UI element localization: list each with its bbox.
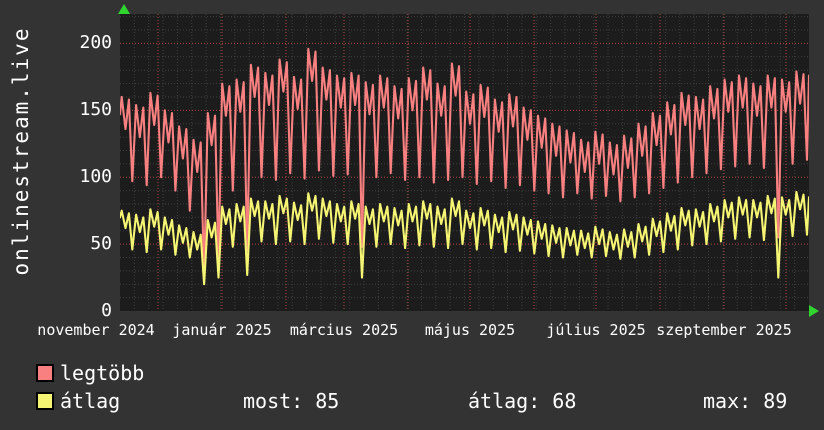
x-axis-tick-label: július 2025 (546, 321, 646, 339)
x-axis-arrow-right-icon (809, 305, 819, 317)
y-axis-tick-label: 0 (101, 300, 112, 321)
chart-canvas (120, 14, 809, 311)
x-axis-tick-label: január 2025 (172, 321, 272, 339)
y-axis-tick-label: 200 (79, 32, 112, 53)
stat-atlag: átlag: 68 (468, 389, 577, 413)
y-axis-arrow-up-icon (118, 4, 130, 14)
x-axis-tick-label: november 2024 (37, 321, 155, 339)
x-axis-tick-label: március 2025 (289, 321, 399, 339)
y-axis-tick-label: 100 (79, 166, 112, 187)
legend-swatch-atlag (36, 392, 54, 410)
stat-max: max: 89 (703, 389, 788, 413)
x-axis-tick-label: szeptember 2025 (656, 321, 792, 339)
chart-plot-area (120, 14, 809, 311)
x-axis-tick-label: május 2025 (424, 321, 516, 339)
legend-swatch-legtobb (36, 364, 54, 382)
graph-screen: onlinestream.live 200 150 100 50 0 novem… (0, 0, 824, 430)
y-axis-tick-label: 150 (79, 99, 112, 120)
legend-label-legtobb: legtöbb (60, 361, 145, 385)
legend-label-atlag: átlag (60, 389, 121, 413)
y-axis-tick-label: 50 (90, 233, 112, 254)
stat-most: most: 85 (243, 389, 340, 413)
